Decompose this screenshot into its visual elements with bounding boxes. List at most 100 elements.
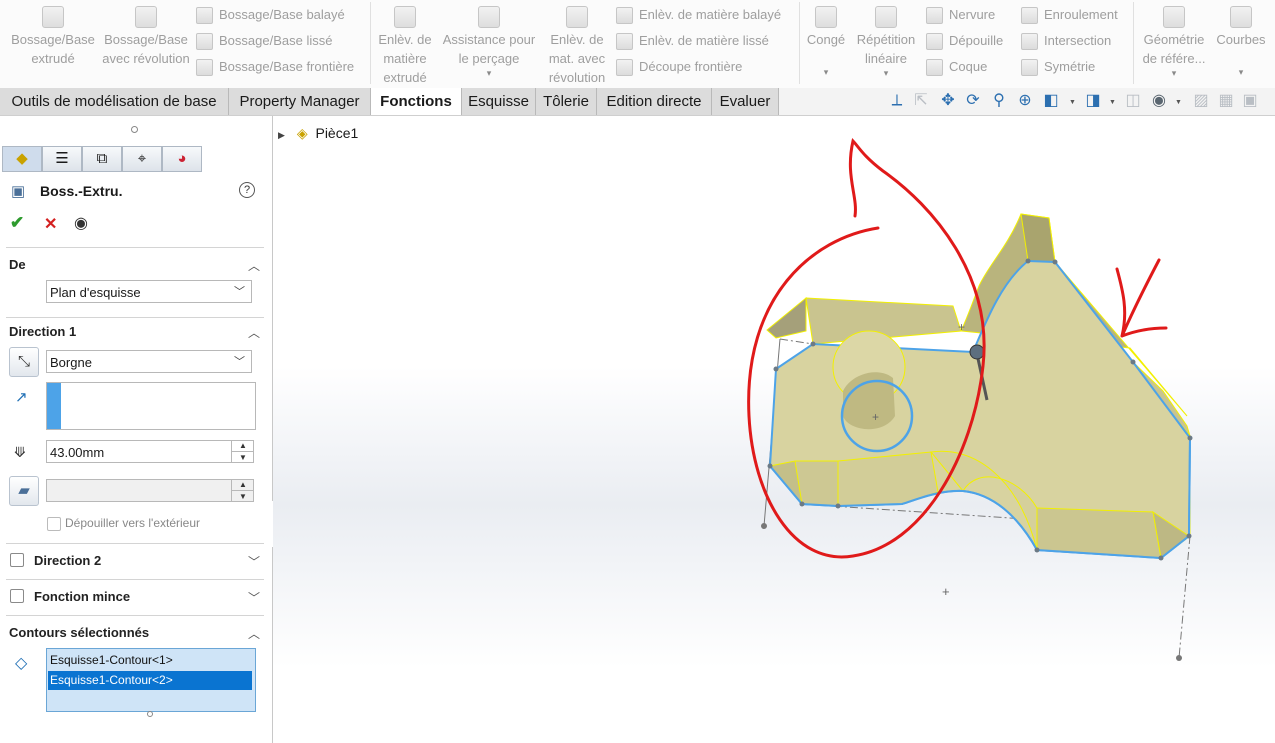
display-manager-tab[interactable]: ◕ — [162, 146, 202, 172]
command-manager-ribbon: Bossage/Base extrudé Bossage/Base avec r… — [0, 0, 1275, 89]
dropdown-arrow-icon[interactable]: ▼ — [1069, 99, 1076, 106]
shell-button[interactable]: Coque — [926, 54, 987, 80]
list-resize-handle[interactable] — [147, 711, 153, 717]
spin-down-icon[interactable]: ▼ — [232, 491, 254, 502]
swept-cut-button[interactable]: Enlèv. de matière balayé — [616, 2, 781, 28]
hole-wizard-button[interactable]: Assistance pour le perçage ▾ — [440, 0, 538, 78]
boundary-cut-icon — [616, 59, 633, 77]
boundary-cut-button[interactable]: Découpe frontière — [616, 54, 742, 80]
panel-splitter-handle[interactable] — [131, 126, 138, 133]
dimxpert-tab[interactable]: ⌖ — [122, 146, 162, 172]
extruded-boss-button[interactable]: Bossage/Base extrudé — [6, 0, 100, 68]
fillet-icon — [815, 6, 837, 28]
graphics-area[interactable]: ▶ ◈ Pièce1 + + + — [273, 116, 1275, 743]
tab-property-manager[interactable]: Property Manager — [229, 88, 371, 115]
wrap-button[interactable]: Enroulement — [1021, 2, 1118, 28]
extruded-cut-button[interactable]: Enlèv. de matière extrudé — [374, 0, 436, 87]
dropdown-arrow-icon[interactable]: ▼ — [1109, 99, 1116, 106]
revolved-boss-button[interactable]: Bossage/Base avec révolution — [100, 0, 192, 68]
direction2-checkbox[interactable] — [10, 553, 24, 567]
draft-button[interactable]: Dépouille — [926, 28, 1003, 54]
draft-toggle-button[interactable]: ▰ — [9, 476, 39, 506]
draft-outward-checkbox[interactable] — [47, 517, 61, 531]
tab-evaluate[interactable]: Evaluer — [712, 88, 779, 115]
zoom-fit-icon[interactable]: ⊕ — [1015, 91, 1035, 111]
cancel-x-icon[interactable]: ✕ — [44, 214, 57, 234]
mirror-button[interactable]: Symétrie — [1021, 54, 1095, 80]
tab-features[interactable]: Fonctions — [371, 88, 462, 115]
draft-spinner[interactable]: ▲ ▼ — [231, 479, 254, 502]
appearance-icon[interactable]: ◉ — [1149, 91, 1169, 111]
rib-button[interactable]: Nervure — [926, 2, 995, 28]
reference-geometry-button[interactable]: Géométrie de référe... ▾ — [1138, 0, 1210, 78]
swept-boss-button[interactable]: Bossage/Base balayé — [196, 2, 345, 28]
chevron-down-icon: ﹀ — [234, 286, 245, 298]
swept-cut-icon — [616, 7, 633, 25]
chevron-down-icon[interactable]: ﹀ — [248, 553, 260, 570]
list-item[interactable]: Esquisse1-Contour<1> — [48, 651, 252, 670]
feature-manager-tab[interactable]: ◆ — [2, 146, 42, 172]
view-orientation-icon[interactable]: ⟂ — [887, 91, 907, 111]
sketch-point — [761, 523, 767, 529]
red-annotation-arrow — [1115, 258, 1168, 338]
chevron-up-icon[interactable]: ︿ — [248, 625, 260, 642]
tab-sheet-metal[interactable]: Tôlerie — [536, 88, 597, 115]
centerline — [779, 338, 814, 345]
direction-selection-box[interactable] — [46, 382, 256, 430]
curves-button[interactable]: Courbes ▾ — [1212, 0, 1270, 77]
direction1-section-title[interactable]: Direction 1 — [9, 324, 76, 339]
help-icon[interactable]: ? — [239, 182, 255, 198]
configuration-manager-tab[interactable]: ⧉ — [82, 146, 122, 172]
lofted-cut-button[interactable]: Enlèv. de matière lissé — [616, 28, 769, 54]
monitor-icon[interactable]: ▣ — [1240, 91, 1260, 111]
draft-angle-input[interactable]: ▲ ▼ — [46, 479, 254, 502]
thin-feature-checkbox[interactable] — [10, 589, 24, 603]
chevron-up-icon[interactable]: ︿ — [248, 324, 260, 341]
selection-color-bar — [47, 383, 61, 429]
tab-basic-modeling-tools[interactable]: Outils de modélisation de base — [0, 88, 229, 115]
chevron-down-icon[interactable]: ﹀ — [248, 589, 260, 606]
tab-sketch[interactable]: Esquisse — [462, 88, 536, 115]
select-icon[interactable]: ⇱ — [911, 91, 931, 111]
depth-spinner[interactable]: ▲ ▼ — [231, 440, 254, 463]
feature-title: Boss.-Extru. — [40, 183, 123, 199]
graphics-toggle-icon[interactable]: ▦ — [1216, 91, 1236, 111]
dropdown-arrow-icon: ▾ — [823, 67, 829, 77]
model-view[interactable]: + + + — [273, 116, 1275, 743]
selected-contours-section-title[interactable]: Contours sélectionnés — [9, 625, 149, 640]
chevron-up-icon[interactable]: ︿ — [248, 257, 260, 274]
spin-down-icon[interactable]: ▼ — [232, 452, 254, 463]
origin-marker: + — [942, 584, 950, 599]
spin-up-icon[interactable]: ▲ — [232, 440, 254, 452]
boundary-boss-button[interactable]: Bossage/Base frontière — [196, 54, 354, 80]
drag-handle-icon[interactable] — [969, 344, 985, 360]
preview-eye-icon[interactable]: ◉ — [74, 213, 88, 233]
intersect-button[interactable]: Intersection — [1021, 28, 1111, 54]
pan-icon[interactable]: ✥ — [938, 91, 958, 111]
ok-checkmark-icon[interactable]: ✔ — [10, 213, 24, 233]
property-list-icon: ☰ — [55, 150, 69, 167]
list-item[interactable]: Esquisse1-Contour<2> — [48, 671, 252, 690]
property-manager-tab[interactable]: ☰ — [42, 146, 82, 172]
scene-icon[interactable]: ▨ — [1191, 91, 1211, 111]
depth-input[interactable]: 43.00mm ▲ ▼ — [46, 440, 254, 463]
fillet-button[interactable]: Congé ▾ — [802, 0, 850, 77]
linear-pattern-button[interactable]: Répétition linéaire ▾ — [852, 0, 920, 78]
start-condition-select[interactable]: Plan d'esquisse ﹀ — [46, 280, 252, 303]
selected-contours-list[interactable]: Esquisse1-Contour<1> Esquisse1-Contour<2… — [46, 648, 256, 712]
direction2-section-title[interactable]: Direction 2 — [34, 553, 101, 568]
display-style-icon[interactable]: ◨ — [1083, 91, 1103, 111]
end-condition-select[interactable]: Borgne ﹀ — [46, 350, 252, 373]
section-view-icon[interactable]: ◧ — [1041, 91, 1061, 111]
thin-feature-section-title[interactable]: Fonction mince — [34, 589, 130, 604]
dropdown-arrow-icon[interactable]: ▼ — [1175, 99, 1182, 106]
from-section-title[interactable]: De — [9, 257, 26, 272]
lofted-boss-button[interactable]: Bossage/Base lissé — [196, 28, 332, 54]
reverse-direction-button[interactable]: ⤡ — [9, 347, 39, 377]
rotate-icon[interactable]: ⟳ — [963, 91, 983, 111]
zoom-icon[interactable]: ⚲ — [989, 91, 1009, 111]
spin-up-icon[interactable]: ▲ — [232, 479, 254, 491]
revolved-cut-button[interactable]: Enlèv. de mat. avec révolution — [544, 0, 610, 87]
tab-direct-editing[interactable]: Edition directe — [597, 88, 712, 115]
hide-show-icon[interactable]: ◫ — [1123, 91, 1143, 111]
